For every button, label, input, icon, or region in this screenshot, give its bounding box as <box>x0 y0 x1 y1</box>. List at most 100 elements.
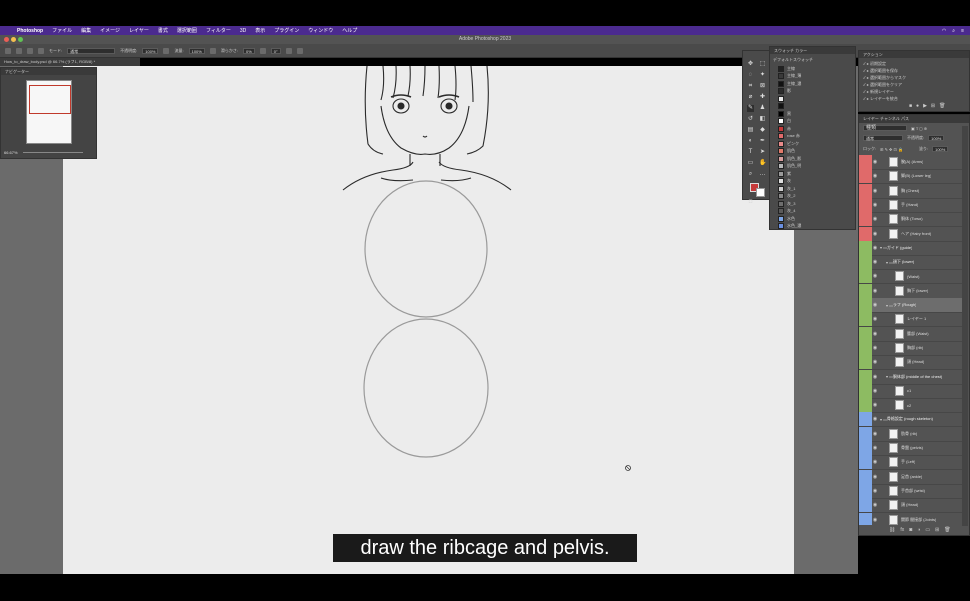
lock-icons[interactable]: ⊞ ✎ ✥ ⊡ 🔒 <box>880 147 903 152</box>
layer-thumbnail[interactable] <box>895 285 904 296</box>
visibility-eye-icon[interactable]: ◉ <box>872 216 878 222</box>
menu-window[interactable]: ウィンドウ <box>308 27 333 34</box>
menu-image[interactable]: イメージ <box>100 27 120 34</box>
new-layer-icon[interactable]: ⊞ <box>935 527 939 533</box>
layer-thumbnail[interactable] <box>895 314 904 325</box>
visibility-eye-icon[interactable]: ◉ <box>872 359 878 365</box>
magic-wand-icon[interactable]: ✦ <box>759 72 766 79</box>
layer-name[interactable]: c2 <box>907 403 911 408</box>
layer-thumbnail[interactable] <box>889 214 898 225</box>
layer-name[interactable]: 腕(A) (Arms) <box>901 159 923 165</box>
layer-name[interactable]: 頭 (Head) <box>901 502 918 508</box>
layer-name[interactable]: 骨盤 (pelvis) <box>901 445 923 451</box>
layer-row[interactable]: ◉ 頭 (Head) <box>859 355 963 371</box>
visibility-eye-icon[interactable]: ◉ <box>872 459 878 465</box>
folder-icon[interactable]: ▾ ▭ <box>886 374 893 379</box>
swatch-chip[interactable] <box>778 223 784 229</box>
control-center-icon[interactable]: ≡ <box>961 28 964 34</box>
visibility-eye-icon[interactable]: ◉ <box>872 245 878 251</box>
menu-file[interactable]: ファイル <box>52 27 72 34</box>
visibility-eye-icon[interactable]: ◉ <box>872 502 878 508</box>
layers-scrollbar[interactable] <box>962 126 968 526</box>
airbrush-icon[interactable] <box>209 47 216 54</box>
visibility-eye-icon[interactable]: ◉ <box>872 445 878 451</box>
layer-row[interactable]: ◉ 胸部 (rib) <box>859 340 963 356</box>
menu-plugins[interactable]: プラグイン <box>274 27 299 34</box>
layer-thumbnail[interactable] <box>889 471 898 482</box>
layer-thumbnail[interactable] <box>895 342 904 353</box>
action-check-icon[interactable]: ✓ ▸ <box>863 68 870 73</box>
eraser-tool-icon[interactable]: ◧ <box>759 116 766 123</box>
minimize-window-icon[interactable] <box>11 37 16 42</box>
action-check-icon[interactable]: ✓ ▸ <box>863 89 870 94</box>
visibility-eye-icon[interactable]: ◉ <box>872 188 878 194</box>
filter-icons[interactable]: ▣ T ◻ ⊕ <box>911 126 927 131</box>
action-item[interactable]: ✓ ▸ 新規レイヤー <box>863 89 894 96</box>
layer-row[interactable]: ◉ 肋骨 (rib) <box>859 426 963 442</box>
action-item[interactable]: ✓ ▸ レイヤーを統合 <box>863 96 898 103</box>
layer-name[interactable]: 腰部 (Waist) <box>907 331 929 337</box>
layer-name[interactable]: 胴体 (Torso) <box>901 216 923 222</box>
layer-row[interactable]: ◉ c2 <box>859 398 963 414</box>
layer-name[interactable]: c1 <box>907 388 911 393</box>
lasso-tool-icon[interactable]: ◌ <box>747 72 754 79</box>
visibility-eye-icon[interactable]: ◉ <box>872 159 878 165</box>
folder-icon[interactable]: ▾ ▭ <box>880 417 887 422</box>
link-layers-icon[interactable]: ⛓ <box>889 527 895 533</box>
type-tool-icon[interactable]: T <box>747 149 754 156</box>
mask-icon[interactable]: ◙ <box>909 527 912 533</box>
flow-field[interactable]: 100% <box>188 47 205 54</box>
layer-name[interactable]: ラフ (Rough) <box>893 302 917 308</box>
layer-thumbnail[interactable] <box>889 228 898 239</box>
smoothing-options-icon[interactable] <box>259 47 266 54</box>
healing-brush-icon[interactable]: ✚ <box>759 94 766 101</box>
menu-view[interactable]: 表示 <box>255 27 265 34</box>
actions-title[interactable]: アクション <box>859 51 969 58</box>
visibility-eye-icon[interactable]: ◉ <box>872 345 878 351</box>
layer-name[interactable]: レイヤー 1 <box>907 316 926 322</box>
opacity-field[interactable]: 100% <box>142 47 159 54</box>
layer-thumbnail[interactable] <box>889 185 898 196</box>
brush-settings-icon[interactable] <box>38 47 44 54</box>
layer-thumbnail[interactable] <box>895 328 904 339</box>
layer-name[interactable]: (Waist) <box>907 274 920 279</box>
swatch-group-label[interactable]: デフォルトスウォッチ <box>773 57 813 63</box>
path-select-icon[interactable]: ➤ <box>759 149 766 156</box>
layer-row[interactable]: ◉ 手 (Hand) <box>859 197 963 213</box>
new-group-icon[interactable]: ▭ <box>925 527 930 533</box>
layer-row[interactable]: ◉ ヘア (Hairy front) <box>859 226 963 242</box>
layer-thumbnail[interactable] <box>889 171 898 182</box>
layer-row[interactable]: ◉ 関節 間接部 (Joints) <box>859 512 963 525</box>
layer-group-row[interactable]: ◉ ▾ ▭ 顔下 (lower) <box>859 255 963 271</box>
layer-name[interactable]: 頭 (Head) <box>907 359 924 365</box>
smoothing-field[interactable]: 0% <box>242 47 255 54</box>
menu-filter[interactable]: フィルター <box>206 27 231 34</box>
navigator-thumbnail[interactable] <box>26 80 72 144</box>
layer-thumbnail[interactable] <box>889 457 898 468</box>
layer-row[interactable]: ◉ 腰部 (Waist) <box>859 326 963 342</box>
quick-mask-icon[interactable]: ◘ <box>747 199 754 206</box>
layer-row[interactable]: ◉ 足首 (ankle) <box>859 469 963 485</box>
layer-name[interactable]: 肋骨 (rib) <box>901 431 917 437</box>
menu-select[interactable]: 選択範囲 <box>177 27 197 34</box>
layer-name[interactable]: 関節 間接部 (Joints) <box>901 517 936 523</box>
new-action-icon[interactable]: ⊞ <box>931 103 935 109</box>
frame-tool-icon[interactable]: ⊠ <box>759 83 766 90</box>
layer-group-row[interactable]: ◉ ▾ ▭ ガイド (guide) <box>859 240 963 256</box>
swatch-item[interactable]: 水色_濃 <box>778 222 850 231</box>
fill-field[interactable]: 100% <box>932 146 949 152</box>
close-window-icon[interactable] <box>4 37 9 42</box>
layer-thumbnail[interactable] <box>889 514 898 525</box>
layer-thumbnail[interactable] <box>889 157 898 167</box>
delete-action-icon[interactable]: 🗑 <box>939 103 945 109</box>
layer-name[interactable]: 手 (Hand) <box>901 202 918 208</box>
visibility-eye-icon[interactable]: ◉ <box>872 488 878 494</box>
layers-tabs[interactable]: レイヤー チャンネル パス <box>859 115 969 123</box>
menu-3d[interactable]: 3D <box>240 28 246 34</box>
pressure-size-icon[interactable] <box>285 47 292 54</box>
layer-name[interactable]: 骨格設定 (rough skeleton) <box>887 416 933 422</box>
visibility-eye-icon[interactable]: ◉ <box>872 173 878 179</box>
layer-thumbnail[interactable] <box>889 500 898 511</box>
visibility-eye-icon[interactable]: ◉ <box>872 288 878 294</box>
blur-tool-icon[interactable]: ◆ <box>759 127 766 134</box>
